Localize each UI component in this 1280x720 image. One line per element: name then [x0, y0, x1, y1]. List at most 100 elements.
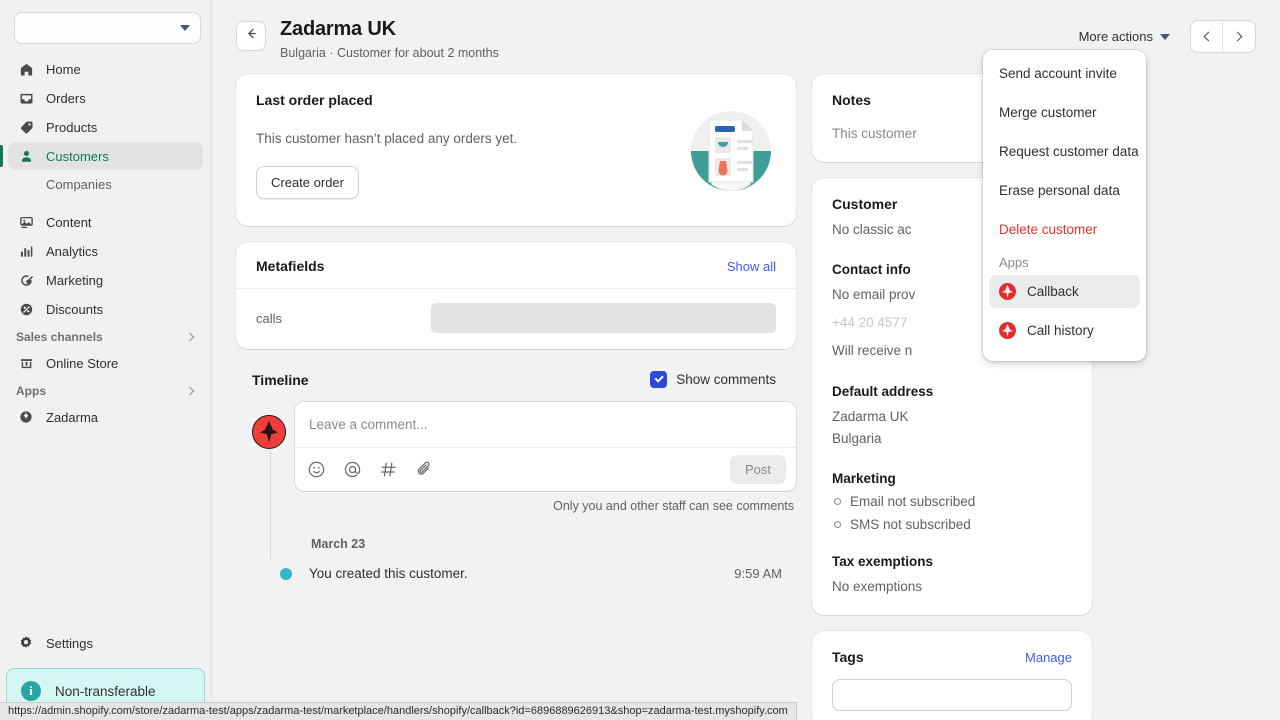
- menu-apps-section-label: Apps: [989, 252, 1140, 275]
- home-icon: [16, 62, 36, 77]
- sidebar-item-home[interactable]: Home: [8, 55, 203, 83]
- next-button[interactable]: [1223, 21, 1255, 52]
- attachment-paperclip-icon[interactable]: [415, 460, 434, 479]
- menu-item-merge-customer[interactable]: Merge customer: [989, 96, 1140, 129]
- menu-item-callback[interactable]: Callback: [989, 275, 1140, 308]
- comment-input[interactable]: [295, 402, 796, 447]
- sidebar-item-content[interactable]: Content: [8, 208, 203, 236]
- sidebar-item-marketing[interactable]: Marketing: [8, 266, 203, 294]
- menu-item-request-customer-data[interactable]: Request customer data: [989, 135, 1140, 168]
- menu-item-delete-customer[interactable]: Delete customer: [989, 213, 1140, 246]
- marketing-email-status: Email not subscribed: [832, 494, 1072, 509]
- menu-item-send-account-invite[interactable]: Send account invite: [989, 57, 1140, 90]
- tags-card: Tags Manage: [812, 631, 1092, 720]
- tags-manage-link[interactable]: Manage: [1025, 650, 1072, 665]
- sidebar-item-discounts[interactable]: Discounts: [8, 295, 203, 323]
- sidebar-item-label: Discounts: [46, 302, 103, 317]
- tax-exemptions-value: No exemptions: [832, 577, 1072, 597]
- sidebar-item-customers[interactable]: Customers: [8, 142, 203, 170]
- tax-exemptions-title: Tax exemptions: [832, 554, 1072, 569]
- shopify-admin-window: Home Orders Products Customers: [0, 0, 1280, 720]
- prev-button[interactable]: [1191, 21, 1223, 52]
- menu-item-label: Call history: [1027, 323, 1094, 338]
- more-actions-button[interactable]: More actions: [1069, 22, 1180, 51]
- sidebar-item-label: Customers: [46, 149, 109, 164]
- sales-channels-label: Sales channels: [16, 330, 103, 344]
- arrow-left-icon: [244, 26, 259, 46]
- show-comments-label: Show comments: [676, 372, 776, 387]
- sales-channels-nav: Online Store: [0, 348, 211, 378]
- sidebar: Home Orders Products Customers: [0, 0, 212, 720]
- sidebar-item-settings[interactable]: Settings: [8, 628, 203, 658]
- menu-item-call-history[interactable]: Call history: [989, 314, 1140, 347]
- timeline-event-text: You created this customer.: [309, 566, 734, 581]
- store-selector[interactable]: [14, 12, 201, 44]
- marketing-sms-status: SMS not subscribed: [832, 517, 1072, 532]
- marketing-sms-label: SMS not subscribed: [850, 517, 971, 532]
- more-actions-label: More actions: [1079, 29, 1153, 44]
- circle-outline-icon: [834, 498, 841, 505]
- chevron-left-icon: [1203, 32, 1213, 42]
- menu-item-erase-personal-data[interactable]: Erase personal data: [989, 174, 1140, 207]
- order-receipt-illustration: [684, 104, 778, 198]
- zadarma-icon: [999, 283, 1016, 300]
- metafields-title: Metafields: [256, 258, 324, 274]
- zadarma-icon: [999, 322, 1016, 339]
- tags-title: Tags: [832, 649, 864, 665]
- metafields-card: Metafields Show all calls: [236, 242, 796, 349]
- create-order-button[interactable]: Create order: [256, 166, 359, 199]
- check-icon: [654, 374, 663, 383]
- comment-box: Post: [295, 402, 796, 491]
- marketing-email-label: Email not subscribed: [850, 494, 975, 509]
- analytics-bars-icon: [16, 244, 36, 259]
- zadarma-icon: [16, 410, 36, 424]
- mention-at-icon[interactable]: [343, 460, 362, 479]
- metafield-value-input[interactable]: [431, 303, 776, 333]
- sidebar-item-companies[interactable]: Companies: [8, 171, 203, 197]
- nav-divider-gap: [8, 197, 203, 207]
- sidebar-item-zadarma[interactable]: Zadarma: [8, 403, 203, 431]
- gear-icon: [16, 635, 36, 651]
- sidebar-item-orders[interactable]: Orders: [8, 84, 203, 112]
- sidebar-item-label: Marketing: [46, 273, 103, 288]
- banner-label: Non-transferable: [55, 684, 156, 699]
- sidebar-spacer: [0, 432, 211, 628]
- metafields-show-all-link[interactable]: Show all: [727, 259, 776, 274]
- sidebar-section-sales-channels[interactable]: Sales channels: [0, 324, 211, 348]
- show-comments-toggle[interactable]: Show comments: [650, 371, 776, 388]
- address-line-1: Zadarma UK: [832, 407, 1072, 427]
- chevron-right-icon: [186, 333, 194, 341]
- show-comments-checkbox[interactable]: [650, 371, 667, 388]
- sidebar-section-apps[interactable]: Apps: [0, 378, 211, 402]
- timeline-title: Timeline: [252, 372, 309, 388]
- person-icon: [16, 149, 36, 164]
- marketing-target-icon: [16, 273, 36, 288]
- sidebar-item-analytics[interactable]: Analytics: [8, 237, 203, 265]
- discount-percent-icon: [16, 302, 36, 317]
- orders-inbox-icon: [16, 91, 36, 106]
- hashtag-icon[interactable]: [379, 460, 398, 479]
- tags-input[interactable]: [832, 679, 1072, 711]
- marketing-title: Marketing: [832, 471, 1072, 486]
- sidebar-item-products[interactable]: Products: [8, 113, 203, 141]
- comment-privacy-note: Only you and other staff can see comment…: [252, 499, 796, 513]
- apps-label: Apps: [16, 384, 46, 398]
- header-actions: More actions: [1069, 20, 1256, 53]
- default-address-title: Default address: [832, 384, 1072, 399]
- settings-label: Settings: [46, 636, 93, 651]
- status-bar-url: https://admin.shopify.com/store/zadarma-…: [0, 702, 797, 720]
- timeline-section: Timeline Show comments: [236, 365, 796, 581]
- pagination-controls: [1190, 20, 1256, 53]
- content-image-icon: [16, 215, 36, 230]
- last-order-card: Last order placed This customer hasn’t p…: [236, 74, 796, 226]
- back-button[interactable]: [236, 21, 266, 51]
- emoji-smiley-icon[interactable]: [307, 460, 326, 479]
- timeline-date: March 23: [311, 537, 796, 551]
- apps-nav: Zadarma: [0, 402, 211, 432]
- chevron-down-icon: [180, 25, 190, 31]
- menu-item-label: Callback: [1027, 284, 1079, 299]
- sidebar-item-label: Analytics: [46, 244, 98, 259]
- sidebar-item-label: Companies: [46, 177, 112, 192]
- sidebar-item-online-store[interactable]: Online Store: [8, 349, 203, 377]
- post-comment-button[interactable]: Post: [730, 455, 786, 484]
